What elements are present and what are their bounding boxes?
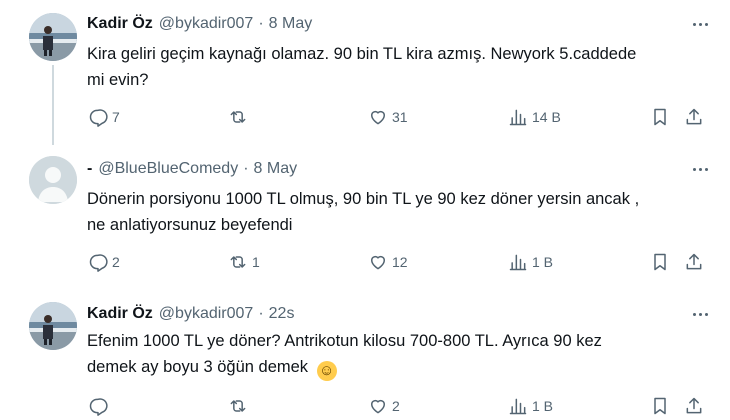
tweet-header: Kadir Öz @bykadir007 · 8 May: [87, 13, 312, 35]
view-count: 1 B: [532, 398, 554, 414]
repost-icon: [230, 111, 246, 123]
views-button[interactable]: 1 B: [508, 249, 553, 275]
share-icon: [686, 108, 702, 125]
repost-count: 1: [252, 254, 260, 270]
repost-button[interactable]: 1: [228, 249, 260, 275]
avatar[interactable]: [29, 302, 77, 350]
reply-button[interactable]: 7: [88, 104, 120, 130]
share-button[interactable]: [684, 393, 704, 419]
tweet-header: - @BlueBlueComedy · 8 May: [87, 158, 297, 180]
author-name[interactable]: Kadir Öz: [87, 305, 153, 323]
tweet-text-line: ne anlatiyorsunuz beyefendi: [87, 216, 293, 234]
share-icon: [686, 397, 702, 414]
reply-count: 2: [112, 254, 120, 270]
views-icon: [509, 398, 527, 415]
tweet-text: Kira geliri geçim kaynağı olamaz. 90 bin…: [87, 41, 712, 93]
action-bar: 7 31 14 B: [80, 104, 720, 130]
tweet-text-line-with-emoji: demek ay boyu 3 öğün demek ☺: [87, 354, 712, 381]
tweet-text-line: Dönerin porsiyonu 1000 TL olmuş, 90 bin …: [87, 190, 640, 208]
tweet-text-line: Kira geliri geçim kaynağı olamaz. 90 bin…: [87, 45, 637, 63]
tweet-2[interactable]: - @BlueBlueComedy · 8 May Dönerin porsiy…: [0, 145, 730, 290]
tweet-text-line: Efenim 1000 TL ye döner? Antrikotun kilo…: [87, 332, 602, 350]
like-count: 2: [392, 398, 400, 414]
reply-icon: [89, 398, 108, 416]
like-button[interactable]: 2: [368, 393, 400, 419]
reply-icon: [89, 254, 108, 272]
action-bar: 2 1 B: [80, 393, 720, 419]
default-avatar-icon: [29, 156, 77, 204]
tweet-3[interactable]: Kadir Öz @bykadir007 · 22s Efenim 1000 T…: [0, 290, 730, 420]
timestamp[interactable]: 8 May: [254, 160, 298, 178]
like-count: 12: [392, 254, 408, 270]
more-icon[interactable]: [687, 14, 713, 34]
avatar[interactable]: [29, 156, 77, 204]
share-button[interactable]: [684, 249, 704, 275]
tweet-text: Efenim 1000 TL ye döner? Antrikotun kilo…: [87, 328, 712, 381]
author-handle[interactable]: @BlueBlueComedy: [98, 160, 238, 178]
tweet-header: Kadir Öz @bykadir007 · 22s: [87, 303, 294, 325]
bookmark-button[interactable]: [650, 104, 670, 130]
author-name[interactable]: -: [87, 160, 92, 178]
like-button[interactable]: 12: [368, 249, 408, 275]
heart-icon: [371, 110, 385, 125]
separator: ·: [258, 305, 264, 322]
share-button[interactable]: [684, 104, 704, 130]
smiling-face-emoji-icon: ☺: [316, 361, 337, 381]
author-name[interactable]: Kadir Öz: [87, 15, 153, 33]
heart-icon: [371, 399, 385, 414]
views-button[interactable]: 14 B: [508, 104, 561, 130]
timestamp[interactable]: 8 May: [269, 15, 313, 33]
like-count: 31: [392, 109, 408, 125]
views-icon: [509, 254, 527, 271]
tweet-text-line: mi evin?: [87, 71, 149, 89]
reply-button[interactable]: [88, 393, 112, 419]
tweet-text-line: demek ay boyu 3 öğün demek: [87, 358, 309, 376]
views-button[interactable]: 1 B: [508, 393, 553, 419]
reply-icon: [89, 109, 108, 127]
repost-button[interactable]: [228, 393, 252, 419]
bookmark-button[interactable]: [650, 249, 670, 275]
separator: ·: [243, 160, 249, 177]
views-icon: [509, 109, 527, 126]
avatar[interactable]: [29, 13, 77, 61]
action-bar: 2 1 12 1 B: [80, 249, 720, 275]
tweet-1[interactable]: Kadir Öz @bykadir007 · 8 May Kira geliri…: [0, 0, 730, 145]
timestamp[interactable]: 22s: [269, 305, 295, 323]
author-handle[interactable]: @bykadir007: [159, 305, 254, 323]
view-count: 14 B: [532, 109, 561, 125]
tweet-text: Dönerin porsiyonu 1000 TL olmuş, 90 bin …: [87, 186, 712, 238]
reply-button[interactable]: 2: [88, 249, 120, 275]
heart-icon: [371, 255, 385, 270]
bookmark-button[interactable]: [650, 393, 670, 419]
repost-button[interactable]: [228, 104, 252, 130]
more-icon[interactable]: [687, 159, 713, 179]
thread-line: [52, 65, 54, 145]
repost-icon: [230, 400, 246, 412]
reply-count: 7: [112, 109, 120, 125]
bookmark-icon: [654, 397, 666, 415]
bookmark-icon: [654, 253, 666, 271]
repost-icon: [230, 256, 246, 268]
more-icon[interactable]: [687, 304, 713, 324]
view-count: 1 B: [532, 254, 554, 270]
separator: ·: [258, 15, 264, 32]
author-handle[interactable]: @bykadir007: [159, 15, 254, 33]
bookmark-icon: [654, 108, 666, 126]
share-icon: [686, 253, 702, 270]
like-button[interactable]: 31: [368, 104, 408, 130]
